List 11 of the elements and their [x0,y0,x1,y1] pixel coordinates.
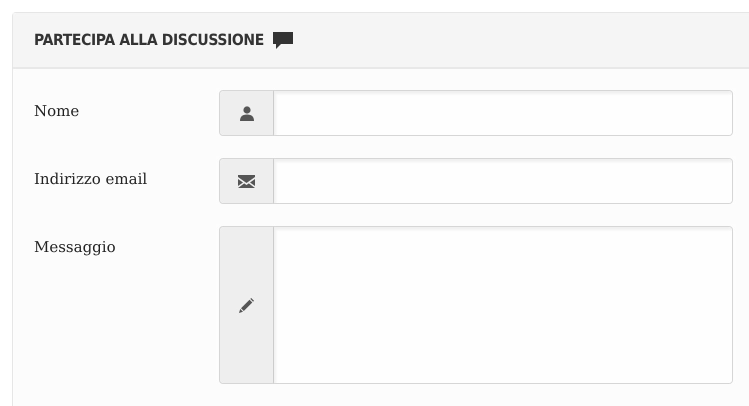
email-field[interactable] [219,158,733,204]
envelope-icon [238,174,255,188]
field-label: Indirizzo email [34,169,148,190]
speech-bubble-icon [273,32,294,48]
pencil-icon [239,298,254,312]
panel-title: PARTECIPA ALLA DISCUSSIONE [34,31,264,49]
user-icon [240,106,254,120]
field-label: Nome [34,101,80,122]
name-field[interactable] [219,90,733,136]
message-field[interactable] [219,226,733,384]
field-label: Messaggio [34,237,117,258]
